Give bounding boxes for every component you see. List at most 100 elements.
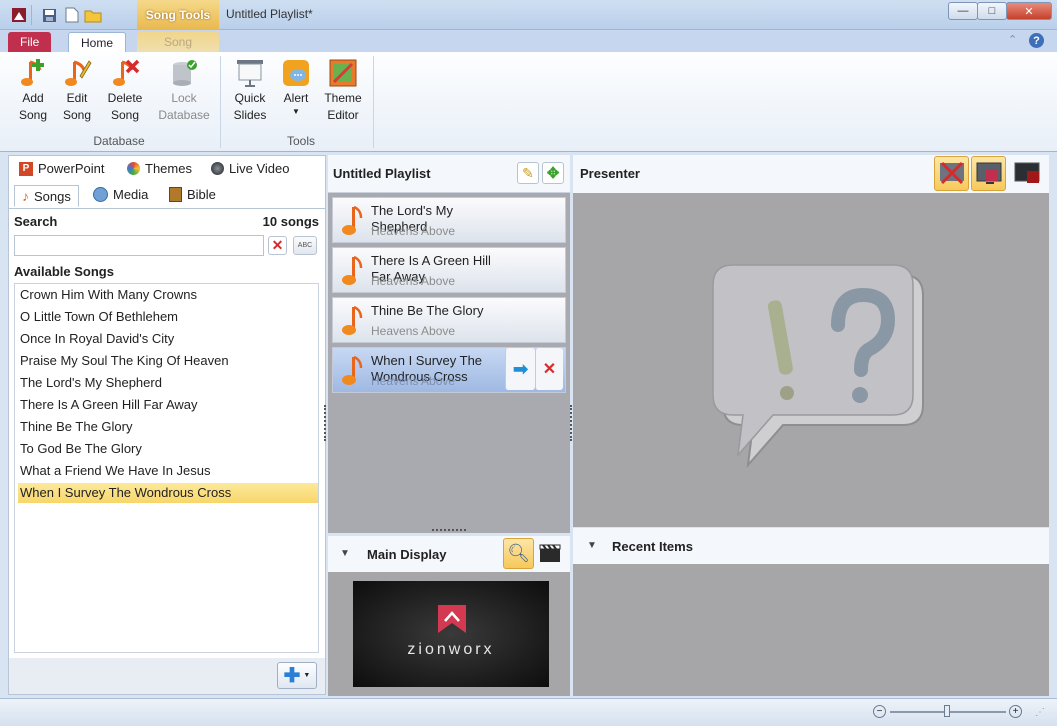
playlist-item[interactable]: The Lord's My Shepherd Heavens Above	[332, 197, 566, 243]
tab-live-video-label: Live Video	[229, 161, 290, 176]
tab-song[interactable]: Song	[137, 32, 219, 52]
main-display-preview[interactable]: zionworx	[353, 581, 549, 687]
black-screen-button[interactable]	[1009, 156, 1044, 191]
playlist-item-selected[interactable]: When I Survey The Wondrous Cross Heavens…	[332, 347, 566, 393]
tab-themes[interactable]: Themes	[127, 161, 192, 176]
title-bar: Song Tools Untitled Playlist* — □ ✕	[0, 0, 1057, 30]
playlist-panel: Untitled Playlist ✎ ✥ The Lord's My Shep…	[328, 155, 570, 533]
tab-powerpoint[interactable]: P PowerPoint	[19, 161, 104, 176]
collapse-triangle-icon[interactable]: ▼	[587, 540, 597, 551]
list-item[interactable]: Thine Be The Glory	[18, 417, 318, 437]
search-input[interactable]	[14, 235, 264, 256]
resize-grip-icon[interactable]: ⋰	[1035, 707, 1049, 721]
list-item[interactable]: What a Friend We Have In Jesus	[18, 461, 318, 481]
delete-song-button[interactable]: Delete Song	[102, 58, 148, 124]
playlist-item[interactable]: There Is A Green Hill Far Away Heavens A…	[332, 247, 566, 293]
chevron-down-icon: ▼	[303, 672, 311, 679]
collapse-ribbon-icon[interactable]: ⌃	[1008, 33, 1022, 47]
theme-editor-label-1: Theme	[324, 91, 362, 105]
add-song-label-2: Song	[18, 108, 48, 122]
tab-media[interactable]: Media	[93, 187, 148, 202]
delete-song-label-2: Song	[110, 108, 140, 122]
tab-songs[interactable]: ♪ Songs	[14, 185, 79, 207]
list-item[interactable]: Praise My Soul The King Of Heaven	[18, 351, 318, 371]
splitter-handle[interactable]	[432, 529, 466, 532]
zionworx-logo-text: zionworx	[407, 641, 495, 658]
presenter-header: Presenter	[573, 155, 1049, 193]
monitor-black-icon	[1014, 162, 1039, 183]
add-to-playlist-button[interactable]: ✚ ▼	[277, 662, 317, 689]
alert-button[interactable]: Alert ▼	[273, 58, 319, 117]
list-item[interactable]: O Little Town Of Bethlehem	[18, 307, 318, 327]
ribbon: Add Song Edit Song Delete Song Lock Data…	[0, 52, 1057, 152]
tab-bible[interactable]: Bible	[169, 187, 216, 202]
list-item[interactable]: The Lord's My Shepherd	[18, 373, 318, 393]
lock-database-label-1: Lock	[171, 91, 197, 105]
add-song-button[interactable]: Add Song	[10, 58, 56, 124]
close-button[interactable]: ✕	[1006, 2, 1052, 20]
music-note-icon	[342, 355, 363, 385]
remove-item-button[interactable]: ✕	[535, 348, 563, 390]
spell-check-icon[interactable]: ABC	[293, 236, 317, 255]
clear-screen-button[interactable]	[934, 156, 969, 191]
help-icon[interactable]: ?	[1029, 33, 1044, 48]
playlist-item[interactable]: Thine Be The Glory Heavens Above	[332, 297, 566, 343]
list-item[interactable]: There Is A Green Hill Far Away	[18, 395, 318, 415]
zoom-out-icon[interactable]: −	[873, 705, 886, 718]
playlist-item-subtitle: Heavens Above	[371, 224, 456, 238]
zoom-slider-thumb[interactable]	[944, 705, 950, 717]
go-live-button[interactable]: ➡	[505, 348, 535, 390]
tab-live-video[interactable]: Live Video	[211, 161, 289, 176]
app-icon[interactable]	[10, 6, 28, 24]
lock-database-button[interactable]: Lock Database	[158, 58, 210, 124]
quick-slides-button[interactable]: Quick Slides	[227, 58, 273, 124]
list-item[interactable]: To God Be The Glory	[18, 439, 318, 459]
tab-bible-label: Bible	[187, 187, 216, 202]
zionworx-logo-icon	[438, 605, 466, 633]
collapse-triangle-icon[interactable]: ▼	[340, 548, 350, 559]
maximize-button[interactable]: □	[977, 2, 1007, 20]
fullscreen-playlist-button[interactable]: ✥	[542, 162, 564, 184]
edit-song-label-2: Song	[62, 108, 92, 122]
database-lock-icon	[173, 60, 197, 86]
list-item[interactable]: Crown Him With Many Crowns	[18, 285, 318, 305]
new-document-icon[interactable]	[63, 6, 81, 24]
music-note-icon: ♪	[22, 188, 29, 204]
ribbon-separator	[220, 56, 221, 148]
music-note-delete-icon	[113, 59, 140, 86]
media-icon	[93, 187, 108, 202]
music-note-icon	[342, 205, 363, 235]
ribbon-separator	[373, 56, 374, 148]
tab-powerpoint-label: PowerPoint	[38, 161, 105, 176]
pencil-icon: ✎	[522, 164, 534, 181]
list-item-selected[interactable]: When I Survey The Wondrous Cross	[18, 483, 318, 503]
tab-file[interactable]: File	[8, 32, 52, 52]
projector-screen-icon	[237, 60, 263, 87]
song-count: 10 songs	[262, 214, 319, 229]
edit-playlist-button[interactable]: ✎	[517, 162, 539, 184]
tab-home[interactable]: Home	[68, 32, 127, 52]
camera-lens-icon	[211, 162, 224, 175]
no-slide-placeholder-icon	[712, 264, 924, 469]
edit-song-button[interactable]: Edit Song	[54, 58, 100, 124]
close-icon: ✕	[271, 237, 284, 253]
preview-zoom-button[interactable]: 🔍︎	[503, 538, 534, 569]
clapperboard-icon[interactable]	[538, 542, 562, 564]
list-item[interactable]: Once In Royal David's City	[18, 329, 318, 349]
search-label: Search	[14, 214, 58, 229]
theme-editor-button[interactable]: Theme Editor	[320, 58, 366, 124]
zoom-in-icon[interactable]: +	[1009, 705, 1022, 718]
tools-group-label: Tools	[286, 134, 315, 148]
monitor-blank-icon	[939, 161, 964, 184]
recent-items-label: Recent Items	[612, 539, 693, 554]
open-folder-icon[interactable]	[84, 6, 102, 24]
available-songs-label: Available Songs	[14, 264, 114, 279]
close-icon: ✕	[542, 361, 557, 378]
minimize-button[interactable]: —	[948, 2, 978, 20]
clear-search-button[interactable]: ✕	[268, 236, 287, 255]
logo-screen-button[interactable]	[971, 156, 1006, 191]
splitter-handle[interactable]	[324, 405, 327, 441]
save-icon[interactable]	[40, 6, 58, 24]
music-note-edit-icon	[65, 60, 92, 86]
database-group-label: Database	[93, 134, 145, 148]
